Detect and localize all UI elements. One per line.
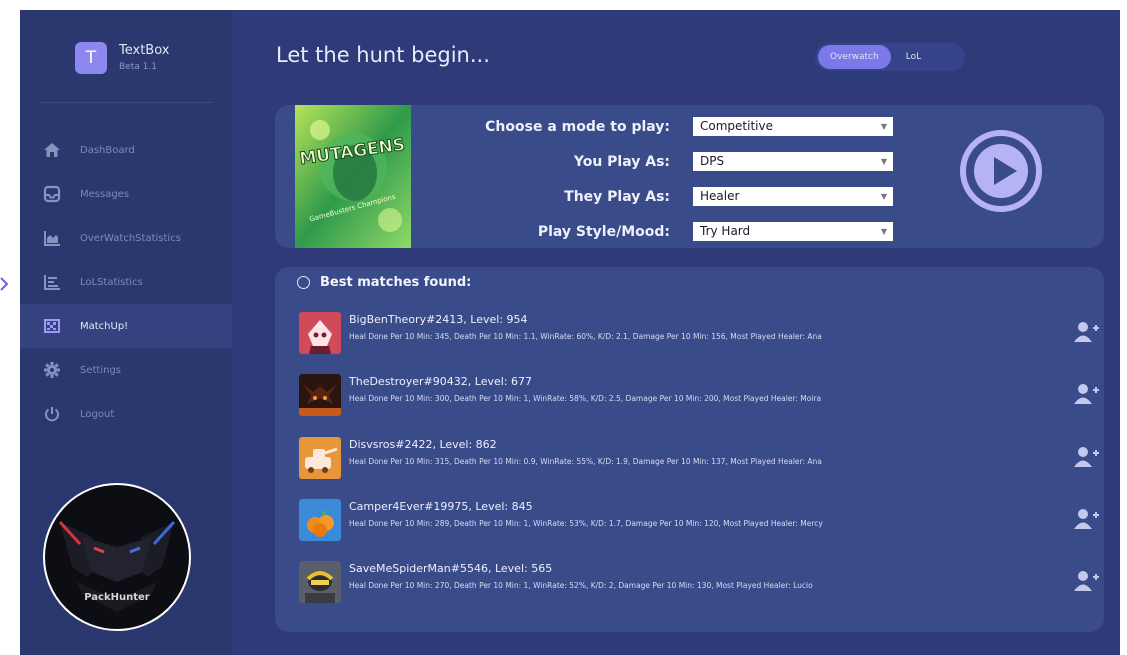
page-title: Let the hunt begin... — [276, 43, 490, 67]
app-logo: T — [75, 42, 107, 74]
they-play-select[interactable]: Healer ▼ — [693, 187, 893, 206]
avatar — [299, 312, 341, 354]
main-content: Let the hunt begin... Overwatch LoL MUTA… — [232, 10, 1120, 655]
player-stats: Heal Done Per 10 Min: 300, Death Per 10 … — [349, 394, 822, 403]
app-window: T TextBox Beta 1.1 DashBoard Messages Ov… — [20, 10, 1120, 655]
add-friend-icon[interactable] — [1074, 446, 1100, 468]
toggle-lol[interactable]: LoL — [894, 45, 933, 69]
game-toggle: Overwatch LoL — [815, 43, 965, 71]
mode-selection-card: MUTAGENS GameBusters Champions Choose a … — [275, 105, 1104, 248]
power-icon — [42, 404, 62, 424]
player-name: SaveMeSpiderMan#5546, Level: 565 — [349, 562, 553, 575]
sidebar-item-label: Settings — [80, 364, 122, 376]
avatar — [299, 561, 341, 603]
player-stats: Heal Done Per 10 Min: 315, Death Per 10 … — [349, 457, 822, 466]
sidebar-divider — [40, 102, 213, 103]
match-row[interactable]: Camper4Ever#19975, Level: 845 Heal Done … — [299, 496, 1099, 546]
matches-header: Best matches found: — [297, 275, 471, 290]
game-cover-image: MUTAGENS GameBusters Champions — [295, 105, 411, 248]
play-style-label: Play Style/Mood: — [537, 224, 670, 240]
chevron-down-icon: ▼ — [880, 227, 887, 236]
player-stats: Heal Done Per 10 Min: 270, Death Per 10 … — [349, 581, 813, 590]
sidebar-item-messages[interactable]: Messages — [20, 172, 232, 216]
list-chart-icon — [42, 272, 62, 292]
you-play-select-value: DPS — [700, 154, 725, 168]
chevron-down-icon: ▼ — [880, 192, 887, 201]
player-name: TheDestroyer#90432, Level: 677 — [349, 375, 532, 388]
they-play-select-value: Healer — [700, 189, 740, 203]
play-style-select[interactable]: Try Hard ▼ — [693, 222, 893, 241]
sidebar-item-label: OverWatchStatistics — [80, 232, 181, 244]
avatar — [299, 437, 341, 479]
player-name: BigBenTheory#2413, Level: 954 — [349, 313, 528, 326]
radio-button[interactable] — [297, 276, 310, 289]
area-chart-icon — [42, 228, 62, 248]
chevron-down-icon: ▼ — [880, 157, 887, 166]
matches-card: Best matches found: BigBenTheory#2413, L… — [275, 267, 1104, 632]
sidebar-item-label: LoLStatistics — [80, 276, 143, 288]
match-row[interactable]: TheDestroyer#90432, Level: 677 Heal Done… — [299, 371, 1099, 421]
match-row[interactable]: Disvsros#2422, Level: 862 Heal Done Per … — [299, 434, 1099, 484]
add-friend-icon[interactable] — [1074, 508, 1100, 530]
player-name: Disvsros#2422, Level: 862 — [349, 438, 497, 451]
sidebar-item-dashboard[interactable]: DashBoard — [20, 128, 232, 172]
sidebar-item-label: MatchUp! — [80, 320, 129, 332]
player-stats: Heal Done Per 10 Min: 345, Death Per 10 … — [349, 332, 822, 341]
sidebar-item-label: Messages — [80, 188, 130, 200]
team-logo-text: PackHunter — [84, 592, 150, 603]
app-version: Beta 1.1 — [119, 62, 157, 72]
you-play-label: You Play As: — [573, 154, 670, 170]
sidebar-item-label: DashBoard — [80, 144, 135, 156]
mode-select[interactable]: Competitive ▼ — [693, 117, 893, 136]
message-icon — [42, 184, 62, 204]
sidebar: T TextBox Beta 1.1 DashBoard Messages Ov… — [20, 10, 232, 655]
sidebar-item-settings[interactable]: Settings — [20, 348, 232, 392]
sidebar-item-label: Logout — [80, 408, 115, 420]
gear-icon — [42, 360, 62, 380]
play-style-select-value: Try Hard — [700, 224, 751, 238]
avatar — [299, 499, 341, 541]
add-friend-icon[interactable] — [1074, 383, 1100, 405]
sidebar-item-logout[interactable]: Logout — [20, 392, 232, 436]
arrow-right-icon — [0, 277, 9, 291]
form-selects: Competitive ▼ DPS ▼ Healer ▼ Try Hard ▼ — [693, 117, 893, 257]
toggle-overwatch[interactable]: Overwatch — [818, 45, 891, 69]
play-button[interactable] — [958, 128, 1044, 214]
mode-select-value: Competitive — [700, 119, 773, 133]
form-labels: Choose a mode to play: You Play As: They… — [430, 113, 670, 253]
packhunter-logo: PackHunter — [43, 483, 191, 631]
match-row[interactable]: BigBenTheory#2413, Level: 954 Heal Done … — [299, 309, 1099, 359]
sidebar-item-overwatch-statistics[interactable]: OverWatchStatistics — [20, 216, 232, 260]
mode-label: Choose a mode to play: — [485, 119, 670, 135]
you-play-select[interactable]: DPS ▼ — [693, 152, 893, 171]
avatar — [299, 374, 341, 416]
matches-title: Best matches found: — [320, 275, 472, 290]
sidebar-nav: DashBoard Messages OverWatchStatistics L… — [20, 128, 232, 436]
add-friend-icon[interactable] — [1074, 321, 1100, 343]
flag-icon — [42, 316, 62, 336]
match-row[interactable]: SaveMeSpiderMan#5546, Level: 565 Heal Do… — [299, 558, 1099, 608]
player-name: Camper4Ever#19975, Level: 845 — [349, 500, 533, 513]
chevron-down-icon: ▼ — [880, 122, 887, 131]
sidebar-item-matchup[interactable]: MatchUp! — [20, 304, 232, 348]
app-name: TextBox — [119, 43, 170, 58]
brand: T TextBox Beta 1.1 — [75, 42, 169, 74]
they-play-label: They Play As: — [564, 189, 670, 205]
player-stats: Heal Done Per 10 Min: 289, Death Per 10 … — [349, 519, 823, 528]
sidebar-item-lol-statistics[interactable]: LoLStatistics — [20, 260, 232, 304]
home-icon — [42, 140, 62, 160]
add-friend-icon[interactable] — [1074, 570, 1100, 592]
